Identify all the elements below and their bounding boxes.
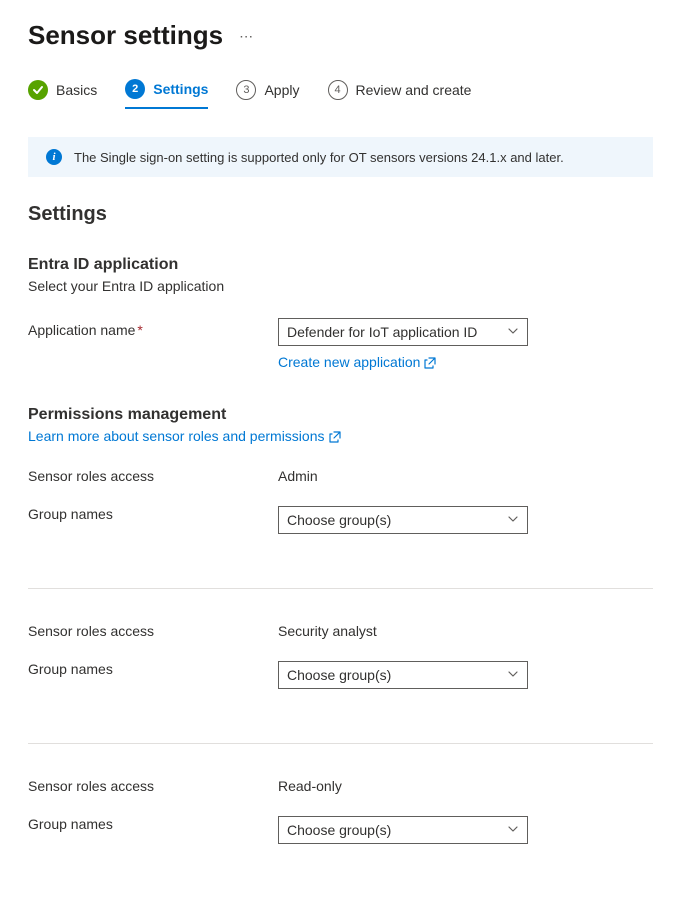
select-value: Choose group(s)	[287, 822, 391, 838]
chevron-down-icon	[507, 823, 519, 838]
role-block-admin: Sensor roles access Admin Group names Ch…	[28, 468, 653, 572]
select-value: Defender for IoT application ID	[287, 324, 477, 340]
info-banner-text: The Single sign-on setting is supported …	[74, 150, 564, 165]
application-name-select[interactable]: Defender for IoT application ID	[278, 318, 528, 346]
external-link-icon	[424, 356, 436, 368]
more-actions-icon[interactable]: ⋯	[239, 29, 255, 43]
sensor-roles-access-label: Sensor roles access	[28, 778, 278, 794]
step-review[interactable]: 4 Review and create	[328, 80, 472, 108]
learn-more-permissions-link[interactable]: Learn more about sensor roles and permis…	[28, 428, 341, 444]
divider	[28, 743, 653, 744]
role-block-security-analyst: Sensor roles access Security analyst Gro…	[28, 623, 653, 727]
application-name-label: Application name*	[28, 318, 278, 338]
step-label: Review and create	[356, 82, 472, 98]
wizard-stepper: Basics 2 Settings 3 Apply 4 Review and c…	[28, 79, 653, 109]
page-title: Sensor settings	[28, 20, 223, 51]
sensor-roles-access-label: Sensor roles access	[28, 623, 278, 639]
external-link-icon	[329, 430, 341, 442]
sensor-role-value: Admin	[278, 468, 318, 484]
select-value: Choose group(s)	[287, 512, 391, 528]
step-basics[interactable]: Basics	[28, 80, 97, 108]
sensor-roles-access-label: Sensor roles access	[28, 468, 278, 484]
chevron-down-icon	[507, 325, 519, 340]
step-apply[interactable]: 3 Apply	[236, 80, 299, 108]
create-new-application-link[interactable]: Create new application	[278, 354, 436, 370]
info-icon: i	[46, 149, 62, 165]
required-indicator: *	[137, 322, 142, 338]
group-names-label: Group names	[28, 816, 278, 844]
group-names-select-security-analyst[interactable]: Choose group(s)	[278, 661, 528, 689]
divider	[28, 588, 653, 589]
group-names-select-admin[interactable]: Choose group(s)	[278, 506, 528, 534]
select-value: Choose group(s)	[287, 667, 391, 683]
step-settings[interactable]: 2 Settings	[125, 79, 208, 109]
step-number-icon: 2	[125, 79, 145, 99]
checkmark-icon	[28, 80, 48, 100]
group-names-select-read-only[interactable]: Choose group(s)	[278, 816, 528, 844]
group-names-label: Group names	[28, 506, 278, 534]
sensor-role-value: Security analyst	[278, 623, 377, 639]
chevron-down-icon	[507, 668, 519, 683]
step-label: Apply	[264, 82, 299, 98]
step-number-icon: 3	[236, 80, 256, 100]
entra-desc: Select your Entra ID application	[28, 278, 653, 294]
chevron-down-icon	[507, 513, 519, 528]
entra-heading: Entra ID application	[28, 256, 653, 274]
step-number-icon: 4	[328, 80, 348, 100]
role-block-read-only: Sensor roles access Read-only Group name…	[28, 778, 653, 882]
group-names-label: Group names	[28, 661, 278, 689]
settings-heading: Settings	[28, 203, 653, 226]
info-banner: i The Single sign-on setting is supporte…	[28, 137, 653, 177]
permissions-heading: Permissions management	[28, 406, 653, 424]
step-label: Basics	[56, 82, 97, 98]
sensor-role-value: Read-only	[278, 778, 342, 794]
step-label: Settings	[153, 81, 208, 97]
